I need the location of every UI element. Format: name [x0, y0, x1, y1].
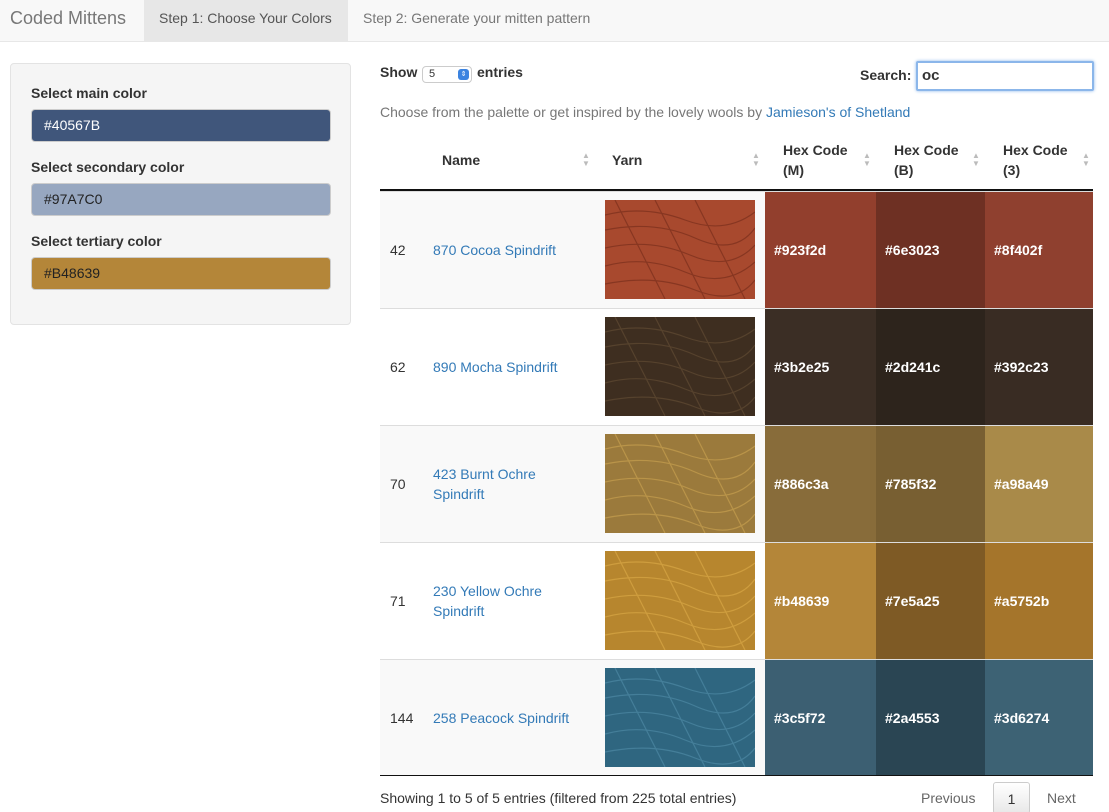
yarn-texture-peacock [605, 668, 755, 767]
tertiary-color-input[interactable]: #B48639 [31, 257, 331, 290]
table-row: 62 890 Mocha Spindrift #3b2e25 #2d241c #… [380, 308, 1093, 425]
hex-main: #b48639 [765, 543, 876, 659]
yarn-texture-yellow-ochre [605, 551, 755, 650]
hex-main: #923f2d [765, 192, 876, 308]
show-label: Show [380, 64, 418, 80]
secondary-color-label: Select secondary color [31, 159, 185, 175]
color-selection-panel: Select main color #40567B Select seconda… [10, 63, 351, 325]
yarn-name-link[interactable]: 870 Cocoa Spindrift [433, 192, 583, 308]
yarn-image [605, 434, 755, 533]
header-name[interactable]: Name ▲ ▼ [442, 134, 592, 189]
previous-page-button[interactable]: Previous [908, 782, 988, 812]
hex-main: #3b2e25 [765, 309, 876, 425]
yarn-image [605, 551, 755, 650]
page-length-select[interactable]: 5 ⇕ [422, 66, 472, 83]
secondary-color-input[interactable]: #97A7C0 [31, 183, 331, 216]
header-hex-b-line2: (B) [894, 162, 914, 178]
yarn-name-link[interactable]: 890 Mocha Spindrift [433, 309, 583, 425]
main-color-input[interactable]: #40567B [31, 109, 331, 142]
header-hex-3[interactable]: Hex Code (3) ▲ ▼ [1003, 134, 1093, 189]
table-info: Showing 1 to 5 of 5 entries (filtered fr… [380, 790, 737, 806]
row-index: 62 [390, 359, 406, 375]
header-hex-m[interactable]: Hex Code (M) ▲ ▼ [783, 134, 883, 189]
tertiary-color-label: Select tertiary color [31, 233, 162, 249]
page-1-button[interactable]: 1 [993, 782, 1030, 812]
sort-icon: ▲ ▼ [1082, 151, 1090, 168]
search-input[interactable]: oc [916, 61, 1094, 91]
row-index: 42 [390, 242, 406, 258]
hex-main: #886c3a [765, 426, 876, 542]
table-row: 71 230 Yellow Ochre Spindrift #b48639 #7… [380, 542, 1093, 659]
page-length-value: 5 [429, 68, 436, 80]
header-hex-3-line1: Hex Code [1003, 142, 1068, 158]
entries-label: entries [477, 64, 523, 80]
yarn-name-link[interactable]: 258 Peacock Spindrift [433, 660, 583, 776]
table-footer-divider [380, 775, 1093, 776]
yarn-texture-burnt-ochre [605, 434, 755, 533]
yarn-texture-cocoa [605, 200, 755, 299]
sort-icon: ▲ ▼ [582, 151, 590, 168]
header-yarn-label: Yarn [612, 152, 643, 168]
yarn-name-link[interactable]: 230 Yellow Ochre Spindrift [433, 543, 583, 659]
app-brand[interactable]: Coded Mittens [10, 8, 126, 29]
hex-background: #6e3023 [876, 192, 985, 308]
yarn-image [605, 668, 755, 767]
yarn-texture-mocha [605, 317, 755, 416]
header-hex-b-line1: Hex Code [894, 142, 959, 158]
header-hex-3-line2: (3) [1003, 162, 1021, 178]
hex-background: #785f32 [876, 426, 985, 542]
chevron-updown-icon: ⇕ [458, 69, 469, 80]
tab-generate-pattern[interactable]: Step 2: Generate your mitten pattern [348, 0, 605, 42]
yarn-name-link[interactable]: 423 Burnt Ochre Spindrift [433, 426, 583, 542]
header-yarn[interactable]: Yarn ▲ ▼ [612, 134, 762, 189]
main-color-label: Select main color [31, 85, 147, 101]
sort-icon: ▲ ▼ [752, 151, 760, 168]
row-index: 71 [390, 593, 406, 609]
hex-main: #3c5f72 [765, 660, 876, 776]
inspiration-text: Choose from the palette or get inspired … [380, 104, 910, 120]
hex-background: #2a4553 [876, 660, 985, 776]
inspiration-text-body: Choose from the palette or get inspired … [380, 104, 763, 120]
header-hex-m-line2: (M) [783, 162, 804, 178]
header-hex-m-line1: Hex Code [783, 142, 848, 158]
sort-icon: ▲ ▼ [863, 151, 871, 168]
tab-choose-colors[interactable]: Step 1: Choose Your Colors [144, 0, 348, 42]
next-page-button[interactable]: Next [1034, 782, 1089, 812]
hex-tertiary: #a98a49 [985, 426, 1093, 542]
table-row: 70 423 Burnt Ochre Spindrift #886c3a #78… [380, 425, 1093, 542]
row-index: 144 [390, 710, 414, 726]
table-row: 42 870 Cocoa Spindrift #923f2d #6e3023 #… [380, 191, 1093, 308]
search-label: Search: [860, 67, 912, 83]
navbar: Coded Mittens Step 1: Choose Your Colors… [0, 0, 1109, 42]
jamiesons-link[interactable]: Jamieson's of Shetland [766, 104, 910, 120]
hex-background: #7e5a25 [876, 543, 985, 659]
table-header: Name ▲ ▼ Yarn ▲ ▼ Hex Code (M) ▲ ▼ Hex Code (… [380, 134, 1093, 191]
hex-tertiary: #392c23 [985, 309, 1093, 425]
table-row: 144 258 Peacock Spindrift #3c5f72 #2a455… [380, 659, 1093, 776]
yarn-image [605, 200, 755, 299]
header-hex-b[interactable]: Hex Code (B) ▲ ▼ [894, 134, 994, 189]
hex-tertiary: #8f402f [985, 192, 1093, 308]
hex-tertiary: #a5752b [985, 543, 1093, 659]
hex-tertiary: #3d6274 [985, 660, 1093, 776]
yarn-image [605, 317, 755, 416]
header-name-label: Name [442, 152, 481, 168]
hex-background: #2d241c [876, 309, 985, 425]
sort-icon: ▲ ▼ [972, 151, 980, 168]
row-index: 70 [390, 476, 406, 492]
